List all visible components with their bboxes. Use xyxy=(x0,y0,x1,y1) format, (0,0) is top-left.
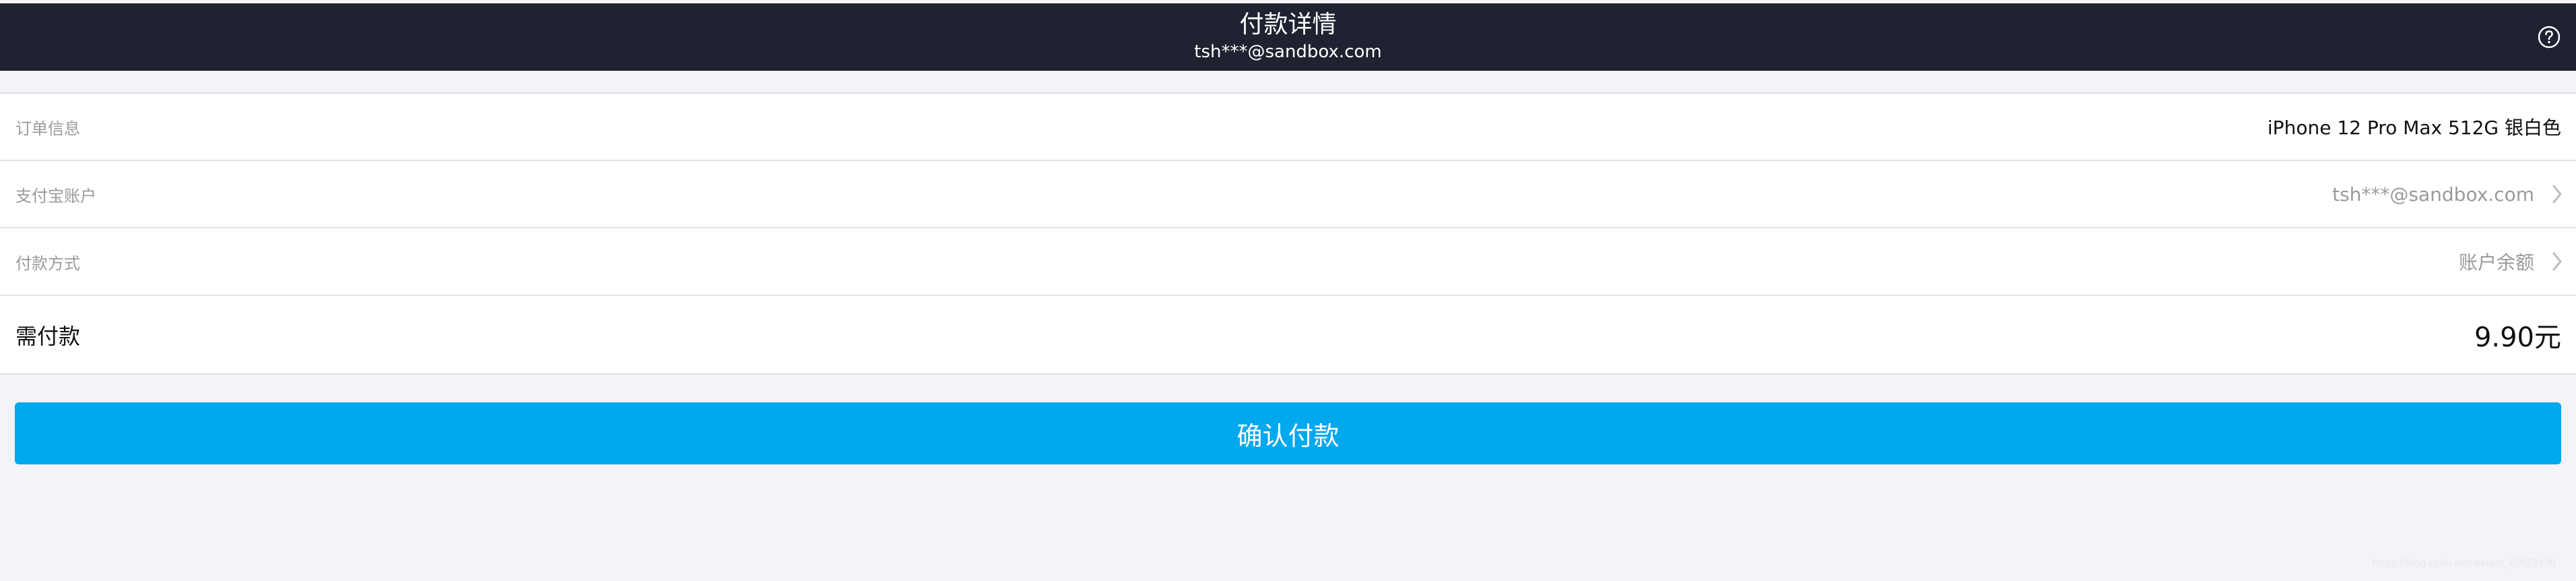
watermark: https://blog.csdn.net/weixin_45923930 xyxy=(2371,558,2556,569)
account-email: tsh***@sandbox.com xyxy=(1194,42,1382,62)
alipay-account-row[interactable]: 支付宝账户 tsh***@sandbox.com xyxy=(0,161,2576,228)
order-info-row: 订单信息 iPhone 12 Pro Max 512G 银白色 xyxy=(0,94,2576,161)
alipay-account-value: tsh***@sandbox.com xyxy=(2332,183,2534,206)
header-bar: 付款详情 tsh***@sandbox.com xyxy=(0,3,2576,71)
chevron-right-icon xyxy=(2552,185,2562,204)
chevron-right-icon xyxy=(2552,252,2562,271)
page-title: 付款详情 xyxy=(1239,11,1337,38)
question-circle-icon[interactable] xyxy=(2537,25,2561,49)
amount-due-label: 需付款 xyxy=(15,323,81,349)
payment-method-value: 账户余额 xyxy=(2458,251,2534,274)
amount-due-value: 9.90元 xyxy=(2474,322,2561,353)
order-info-value: iPhone 12 Pro Max 512G 银白色 xyxy=(2267,117,2561,139)
amount-due-row: 需付款 9.90元 xyxy=(0,296,2576,373)
alipay-account-label: 支付宝账户 xyxy=(15,186,96,206)
payment-method-label: 付款方式 xyxy=(15,253,80,273)
payment-method-row[interactable]: 付款方式 账户余额 xyxy=(0,228,2576,296)
payment-details-list: 订单信息 iPhone 12 Pro Max 512G 银白色 支付宝账户 ts… xyxy=(0,92,2576,375)
confirm-payment-button[interactable]: 确认付款 xyxy=(15,402,2561,464)
order-info-label: 订单信息 xyxy=(15,119,80,138)
